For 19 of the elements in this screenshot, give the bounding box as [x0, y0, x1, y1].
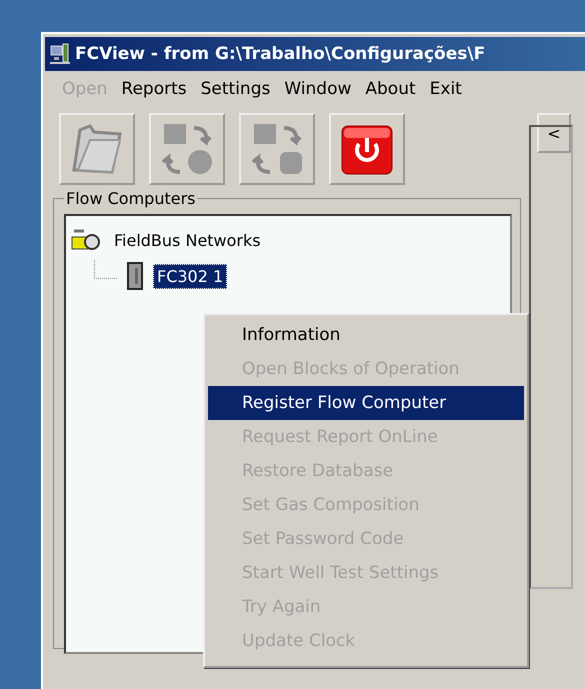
- menu-item[interactable]: Settings: [196, 79, 276, 99]
- menu-item[interactable]: About: [360, 79, 421, 99]
- power-button[interactable]: [329, 113, 405, 185]
- collapse-button[interactable]: <: [537, 113, 571, 153]
- menu-item[interactable]: Reports: [116, 79, 192, 99]
- tree-item[interactable]: FC302 1: [153, 264, 228, 288]
- menu-item[interactable]: Exit: [424, 79, 467, 99]
- group-title: Flow Computers: [65, 189, 196, 208]
- tree-item[interactable]: FieldBus Networks: [110, 228, 265, 252]
- menu-item[interactable]: Window: [279, 79, 356, 99]
- folder-button[interactable]: [59, 113, 135, 185]
- window-title: FCView - from G:\Trabalho\Configurações\F: [75, 44, 486, 64]
- context-menu-item[interactable]: Register Flow Computer: [208, 386, 524, 420]
- transfer-globe-button[interactable]: [149, 113, 225, 185]
- context-menu-item[interactable]: Information: [208, 318, 524, 352]
- device-icon: [127, 262, 143, 290]
- computer-icon: [49, 42, 73, 66]
- network-icon: [70, 227, 102, 253]
- transfer-database-button[interactable]: [239, 113, 315, 185]
